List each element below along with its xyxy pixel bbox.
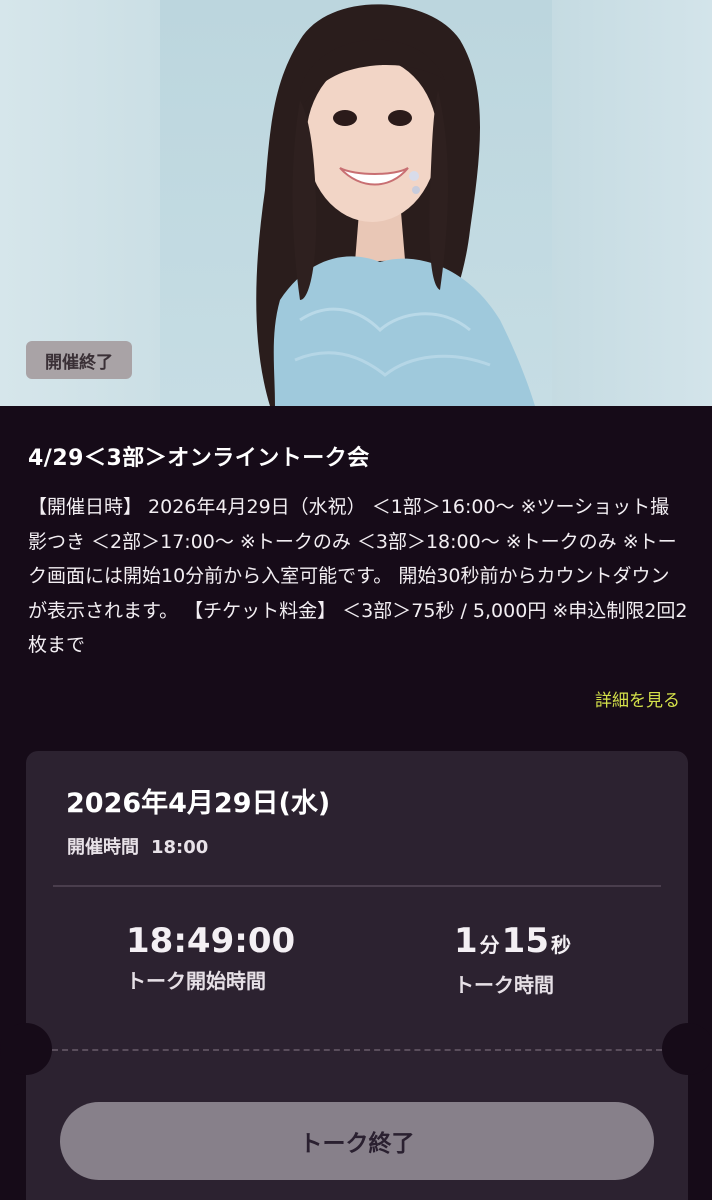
talk-duration-stat: 1 分15 秒 トーク時間: [454, 921, 573, 998]
ticket-card: 2026年4月29日(水) 開催時間 18:00 18:49:00 トーク開始時間…: [0, 751, 712, 1200]
event-title: 4/29＜3部＞オンライントーク会: [28, 446, 370, 471]
event-time-value: 18:00: [151, 837, 209, 858]
view-details-link[interactable]: 詳細を見る: [595, 686, 680, 711]
minutes-unit: 分: [479, 933, 500, 957]
event-description: 【開催日時】 2026年4月29日（水祝） ＜1部＞16:00～ ※ツーショット…: [28, 496, 688, 656]
hero-image: 開催終了: [0, 0, 712, 406]
ticket-perforation: [52, 1049, 662, 1051]
divider: [53, 885, 661, 887]
talk-ended-button[interactable]: トーク終了: [60, 1102, 654, 1180]
talk-start-label: トーク開始時間: [126, 969, 266, 993]
seconds-unit: 秒: [551, 933, 571, 957]
ticket-notch-left: [0, 1023, 52, 1075]
status-badge: 開催終了: [26, 341, 132, 379]
event-time-label: 開催時間: [67, 837, 139, 858]
ticket-date: 2026年4月29日(水): [66, 788, 331, 819]
event-page: 開催終了 4/29＜3部＞オンライントーク会 【開催日時】 2026年4月29日…: [0, 0, 712, 1200]
talk-start-stat: 18:49:00 トーク開始時間: [126, 921, 295, 994]
duration-minutes: 1: [454, 921, 478, 961]
talk-start-time: 18:49:00: [126, 921, 296, 961]
talk-duration-label: トーク時間: [454, 973, 554, 997]
ticket-notch-right: [662, 1023, 712, 1075]
event-time-row: 開催時間 18:00: [67, 833, 208, 859]
talk-duration-value: 1 分15 秒: [454, 921, 573, 965]
duration-seconds: 15: [501, 921, 549, 961]
